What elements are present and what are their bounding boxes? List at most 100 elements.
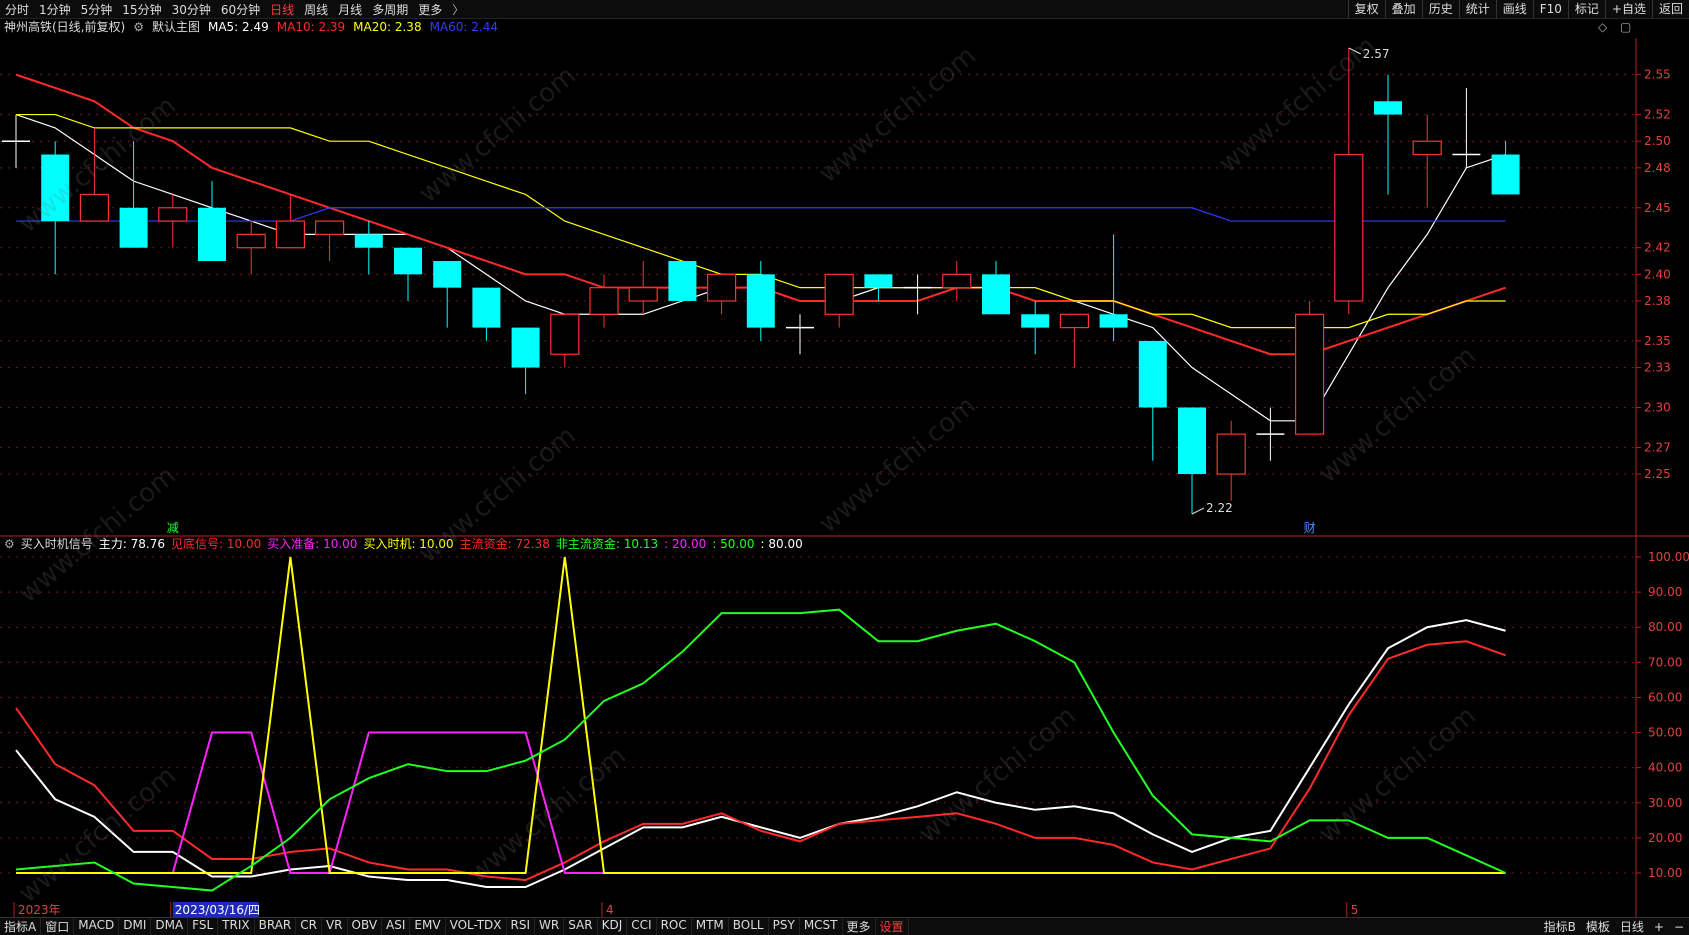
sub-y-axis: 10.00 20.00 30.00 40.00 50.00 60.00 70.00 80.00… bbox=[1636, 550, 1689, 880]
sub-x-labels: 2023年 2023/03/16/四 4 5 bbox=[13, 902, 1359, 917]
main-tick-label: 2.45 bbox=[1644, 201, 1671, 215]
sub-tick-label: 40.00 bbox=[1648, 761, 1682, 775]
indicator-tab-14[interactable]: RSI bbox=[507, 918, 536, 935]
indicator-tab-21[interactable]: BOLL bbox=[729, 918, 769, 935]
indicator-tab-15[interactable]: WR bbox=[535, 918, 565, 935]
ma-line-ma60 bbox=[16, 207, 1506, 222]
indicator-tab-19[interactable]: ROC bbox=[657, 918, 692, 935]
main-candles bbox=[2, 48, 1520, 514]
indicator-tab-0[interactable]: 指标A bbox=[0, 918, 42, 935]
timeframe-5[interactable]: 60分钟 bbox=[216, 1, 265, 18]
sub-line bbox=[16, 556, 1506, 874]
candle-body bbox=[1294, 313, 1325, 435]
bottom-right-button-2[interactable]: 日线 bbox=[1615, 918, 1649, 935]
sub-label-7: : 50.00 bbox=[712, 537, 755, 551]
indicator-tab-16[interactable]: SAR bbox=[564, 918, 598, 935]
indicator-tab-7[interactable]: BRAR bbox=[255, 918, 297, 935]
more-arrow-icon[interactable]: 〉 bbox=[447, 1, 469, 18]
sub-tick-label: 100.00 bbox=[1648, 550, 1689, 564]
indicator-tab-6[interactable]: TRIX bbox=[218, 918, 255, 935]
sub-line bbox=[15, 640, 1506, 882]
indicator-tab-22[interactable]: PSY bbox=[769, 918, 800, 935]
toolbar-button-7[interactable]: +自选 bbox=[1604, 0, 1652, 18]
timeframe-1[interactable]: 1分钟 bbox=[34, 1, 76, 18]
toolbar-button-1[interactable]: 叠加 bbox=[1384, 0, 1422, 18]
candle-body bbox=[158, 207, 188, 222]
indicator-tab-20[interactable]: MTM bbox=[692, 918, 729, 935]
indicator-name[interactable]: 买入时机信号 bbox=[21, 536, 93, 552]
main-tick-label: 2.50 bbox=[1644, 134, 1671, 148]
timeframe-2[interactable]: 5分钟 bbox=[76, 1, 118, 18]
indicator-tab-17[interactable]: KDJ bbox=[598, 918, 628, 935]
indicator-tab-1[interactable]: 窗口 bbox=[41, 918, 75, 935]
timeframe-10[interactable]: 更多 bbox=[413, 1, 447, 18]
indicator-tab-10[interactable]: OBV bbox=[348, 918, 383, 935]
candle bbox=[119, 141, 148, 248]
bottom-right-button-1[interactable]: 模板 bbox=[1581, 918, 1615, 935]
bottom-right-button-4[interactable]: − bbox=[1669, 920, 1689, 934]
toolbar-button-6[interactable]: 标记 bbox=[1567, 0, 1605, 18]
timeframe-0[interactable]: 分时 bbox=[0, 1, 34, 18]
indicator-tab-24[interactable]: 更多 bbox=[843, 918, 876, 935]
indicator-tab-12[interactable]: EMV bbox=[410, 918, 446, 935]
indicator-tab-5[interactable]: FSL bbox=[188, 918, 219, 935]
candle bbox=[628, 261, 658, 315]
sub-chart-header: ⚙ 买入时机信号 主力: 78.76 见底信号: 10.00 买入准备: 10.00… bbox=[4, 536, 803, 552]
main-tick-label: 2.35 bbox=[1644, 334, 1671, 348]
bottom-right-button-3[interactable]: + bbox=[1649, 920, 1669, 934]
candle bbox=[41, 141, 70, 275]
indicator-tab-23[interactable]: MCST bbox=[800, 918, 843, 935]
x-tick-label: 5 bbox=[1351, 903, 1359, 917]
candle bbox=[550, 313, 580, 368]
toolbar-button-4[interactable]: 画线 bbox=[1495, 0, 1533, 18]
main-tick-label: 2.55 bbox=[1644, 68, 1671, 82]
annotation-pointer bbox=[1191, 507, 1205, 515]
indicator-tab-13[interactable]: VOL-TDX bbox=[446, 918, 507, 935]
timeframe-7[interactable]: 周线 bbox=[299, 1, 333, 18]
bottom-right-button-0[interactable]: 指标B bbox=[1539, 918, 1581, 935]
toolbar-button-5[interactable]: F10 bbox=[1532, 0, 1568, 18]
candle bbox=[275, 194, 305, 249]
candle bbox=[1294, 300, 1325, 435]
candle-body bbox=[198, 207, 226, 262]
indicator-tab-11[interactable]: ASI bbox=[382, 918, 411, 935]
main-tick-label: 2.27 bbox=[1644, 440, 1671, 454]
candle-body bbox=[1374, 101, 1402, 115]
indicator-tab-18[interactable]: CCI bbox=[627, 918, 657, 935]
main-tick-label: 2.33 bbox=[1644, 361, 1671, 375]
candle bbox=[79, 127, 110, 222]
indicator-tab-8[interactable]: CR bbox=[296, 918, 322, 935]
x-tick-label: 4 bbox=[606, 903, 614, 917]
gear-icon[interactable]: ⚙ bbox=[4, 536, 15, 552]
candle-body bbox=[41, 154, 70, 222]
indicator-tab-3[interactable]: DMI bbox=[119, 918, 152, 935]
candle-body bbox=[589, 287, 619, 315]
toolbar-button-2[interactable]: 历史 bbox=[1421, 0, 1459, 18]
sub-label-0: 主力: 78.76 bbox=[98, 537, 165, 551]
timeframe-9[interactable]: 多周期 bbox=[367, 1, 413, 18]
sub-tick-label: 70.00 bbox=[1648, 655, 1682, 669]
indicator-tab-25[interactable]: 设置 bbox=[876, 918, 909, 935]
candle bbox=[1412, 114, 1442, 208]
timeframe-3[interactable]: 15分钟 bbox=[117, 1, 166, 18]
period-toolbar: 分时 1分钟 5分钟 15分钟 30分钟 60分钟 日线 周线 月线 多周期 更多〉 复权 叠加 历史统… bbox=[0, 0, 1689, 19]
candle bbox=[1452, 87, 1481, 168]
toolbar-button-0[interactable]: 复权 bbox=[1347, 0, 1385, 18]
candle-body bbox=[1138, 340, 1167, 408]
sub-line bbox=[15, 608, 1507, 892]
candle-body bbox=[1178, 407, 1206, 475]
indicator-tab-9[interactable]: VR bbox=[322, 918, 348, 935]
timeframe-8[interactable]: 月线 bbox=[333, 1, 367, 18]
candle-body bbox=[315, 220, 345, 235]
indicator-tab-2[interactable]: MACD bbox=[74, 918, 120, 935]
candle-body bbox=[354, 234, 383, 248]
candle-body bbox=[864, 274, 893, 288]
toolbar-button-3[interactable]: 统计 bbox=[1458, 0, 1496, 18]
main-grid bbox=[0, 38, 1689, 919]
sub-label-8: : 80.00 bbox=[760, 537, 803, 551]
toolbar-button-8[interactable]: 返回 bbox=[1651, 0, 1689, 18]
timeframe-4[interactable]: 30分钟 bbox=[167, 1, 216, 18]
timeframe-6[interactable]: 日线 bbox=[265, 1, 299, 18]
indicator-tab-4[interactable]: DMA bbox=[151, 918, 189, 935]
main-tick-label: 2.48 bbox=[1644, 161, 1671, 175]
